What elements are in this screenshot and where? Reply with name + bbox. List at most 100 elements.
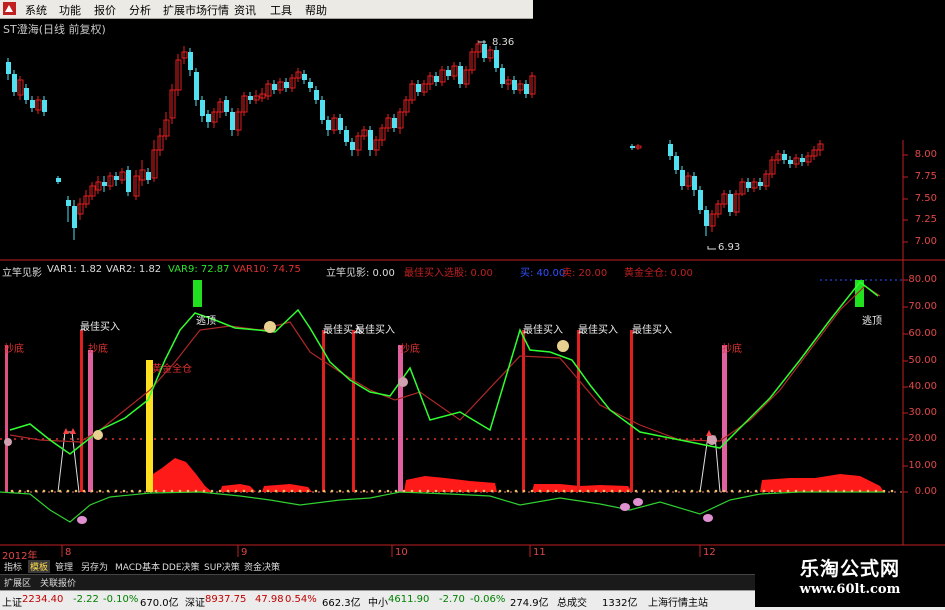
zero-dot	[762, 489, 766, 493]
zero-dot	[546, 489, 550, 493]
watermark-url: www.60lt.com	[799, 582, 901, 597]
menu-function[interactable]: 功能	[59, 2, 81, 18]
candle-body	[338, 118, 343, 130]
zero-dot	[50, 489, 54, 493]
candlestick-series	[6, 40, 824, 240]
zero-dot	[138, 489, 142, 493]
candle-body	[782, 154, 787, 160]
candle-body	[524, 84, 529, 94]
zero-dot	[474, 489, 478, 493]
zero-dot	[562, 489, 566, 493]
zero-dot	[538, 489, 542, 493]
zero-dot	[650, 489, 654, 493]
zero-dot	[154, 489, 158, 493]
zero-dot	[866, 489, 870, 493]
candle-body	[308, 82, 313, 88]
zero-dot	[682, 489, 686, 493]
zero-dot	[434, 489, 438, 493]
sz-label: 深证	[185, 598, 205, 609]
zero-dot	[674, 489, 678, 493]
candle-body	[788, 160, 793, 164]
zero-dot	[418, 489, 422, 493]
menu-analysis[interactable]: 分析	[129, 2, 151, 18]
sell-value: 卖: 20.00	[562, 268, 608, 279]
signal-bars	[5, 280, 864, 492]
zero-dot	[258, 489, 262, 493]
zero-dot	[506, 489, 510, 493]
candle-body	[392, 118, 397, 128]
indicator-axis-label: 0.00	[914, 486, 937, 497]
candle-body	[494, 50, 499, 68]
chart-canvas[interactable]	[0, 0, 945, 560]
sz-pct: 0.54%	[285, 594, 317, 605]
tab-extension-area[interactable]: 扩展区	[2, 576, 33, 589]
candle-body	[728, 194, 733, 212]
candle-body	[200, 100, 205, 116]
zero-dot	[306, 489, 310, 493]
zero-dot	[426, 489, 430, 493]
sh-change: -2.22	[73, 594, 99, 605]
zero-dot	[834, 489, 838, 493]
sh-index: 2234.40	[22, 594, 64, 605]
sme-label: 中小	[368, 598, 388, 609]
var1-value: VAR1: 1.82	[47, 264, 103, 275]
indicator-axis-label: 70.00	[908, 301, 937, 312]
price-axis-label: 7.00	[914, 236, 937, 247]
menu-tools[interactable]: 工具	[270, 2, 292, 18]
signal-best-buy-label: 最佳买入	[632, 325, 672, 336]
signal-best-buy-label: 最佳买入	[80, 322, 120, 333]
lgjy-value: 立竿见影: 0.00	[326, 268, 395, 279]
tab-save-as[interactable]: 另存为	[79, 560, 110, 573]
indicator-axis-label: 30.00	[908, 407, 937, 418]
zero-dot	[10, 489, 14, 493]
tab-template[interactable]: 模板	[28, 560, 51, 573]
menu-news[interactable]: 资讯	[234, 2, 256, 18]
signal-grab-bottom-label: 抄底	[4, 344, 24, 355]
candle-body	[12, 74, 17, 92]
tab-sup[interactable]: SUP决策	[202, 560, 242, 573]
menu-quote[interactable]: 报价	[94, 2, 116, 18]
app-logo-icon	[3, 2, 16, 15]
price-axis-label: 7.25	[914, 214, 937, 225]
candle-body	[30, 100, 35, 108]
indicator-axis-label: 40.00	[908, 381, 937, 392]
menu-extended-market[interactable]: 扩展市场行情	[163, 2, 229, 18]
tab-related-quote[interactable]: 关联报价	[38, 576, 78, 589]
zero-dot	[826, 489, 830, 493]
zero-dot	[642, 489, 646, 493]
zero-dot	[530, 489, 534, 493]
zero-dot	[106, 489, 110, 493]
candle-body	[698, 190, 703, 210]
indicator-axis-label: 60.00	[908, 328, 937, 339]
candle-body	[6, 62, 11, 74]
menu-help[interactable]: 帮助	[305, 2, 327, 18]
green-line	[9, 280, 879, 455]
menu-system[interactable]: 系统	[25, 2, 47, 18]
zero-dot	[122, 489, 126, 493]
tab-dde[interactable]: DDE决策	[160, 560, 202, 573]
tab-indicator[interactable]: 指标	[2, 560, 24, 573]
zero-dot	[66, 489, 70, 493]
candle-body	[350, 142, 355, 150]
indicator-axis-label: 80.00	[908, 274, 937, 285]
pink-markers	[77, 498, 713, 524]
zero-dot	[794, 489, 798, 493]
zero-dot	[362, 489, 366, 493]
indicator-name[interactable]: 立竿见影	[2, 264, 42, 279]
candle-body	[674, 156, 679, 170]
zero-dot	[754, 489, 758, 493]
price-low-label: 6.93	[718, 242, 741, 253]
zero-dot	[186, 489, 190, 493]
zero-dot	[818, 489, 822, 493]
total-amount: 1332亿	[602, 598, 638, 609]
zero-dot	[594, 489, 598, 493]
tab-manage[interactable]: 管理	[53, 560, 75, 573]
signal-grab-bottom-label: 抄底	[400, 344, 420, 355]
zero-dot	[410, 489, 414, 493]
candle-body	[42, 100, 47, 112]
zero-dot	[858, 489, 862, 493]
tab-macd[interactable]: MACD基本	[113, 560, 162, 573]
candle-body	[230, 112, 235, 130]
stock-title: ST澄海(日线 前复权)	[3, 23, 106, 36]
tab-fund[interactable]: 资金决策	[242, 560, 282, 573]
